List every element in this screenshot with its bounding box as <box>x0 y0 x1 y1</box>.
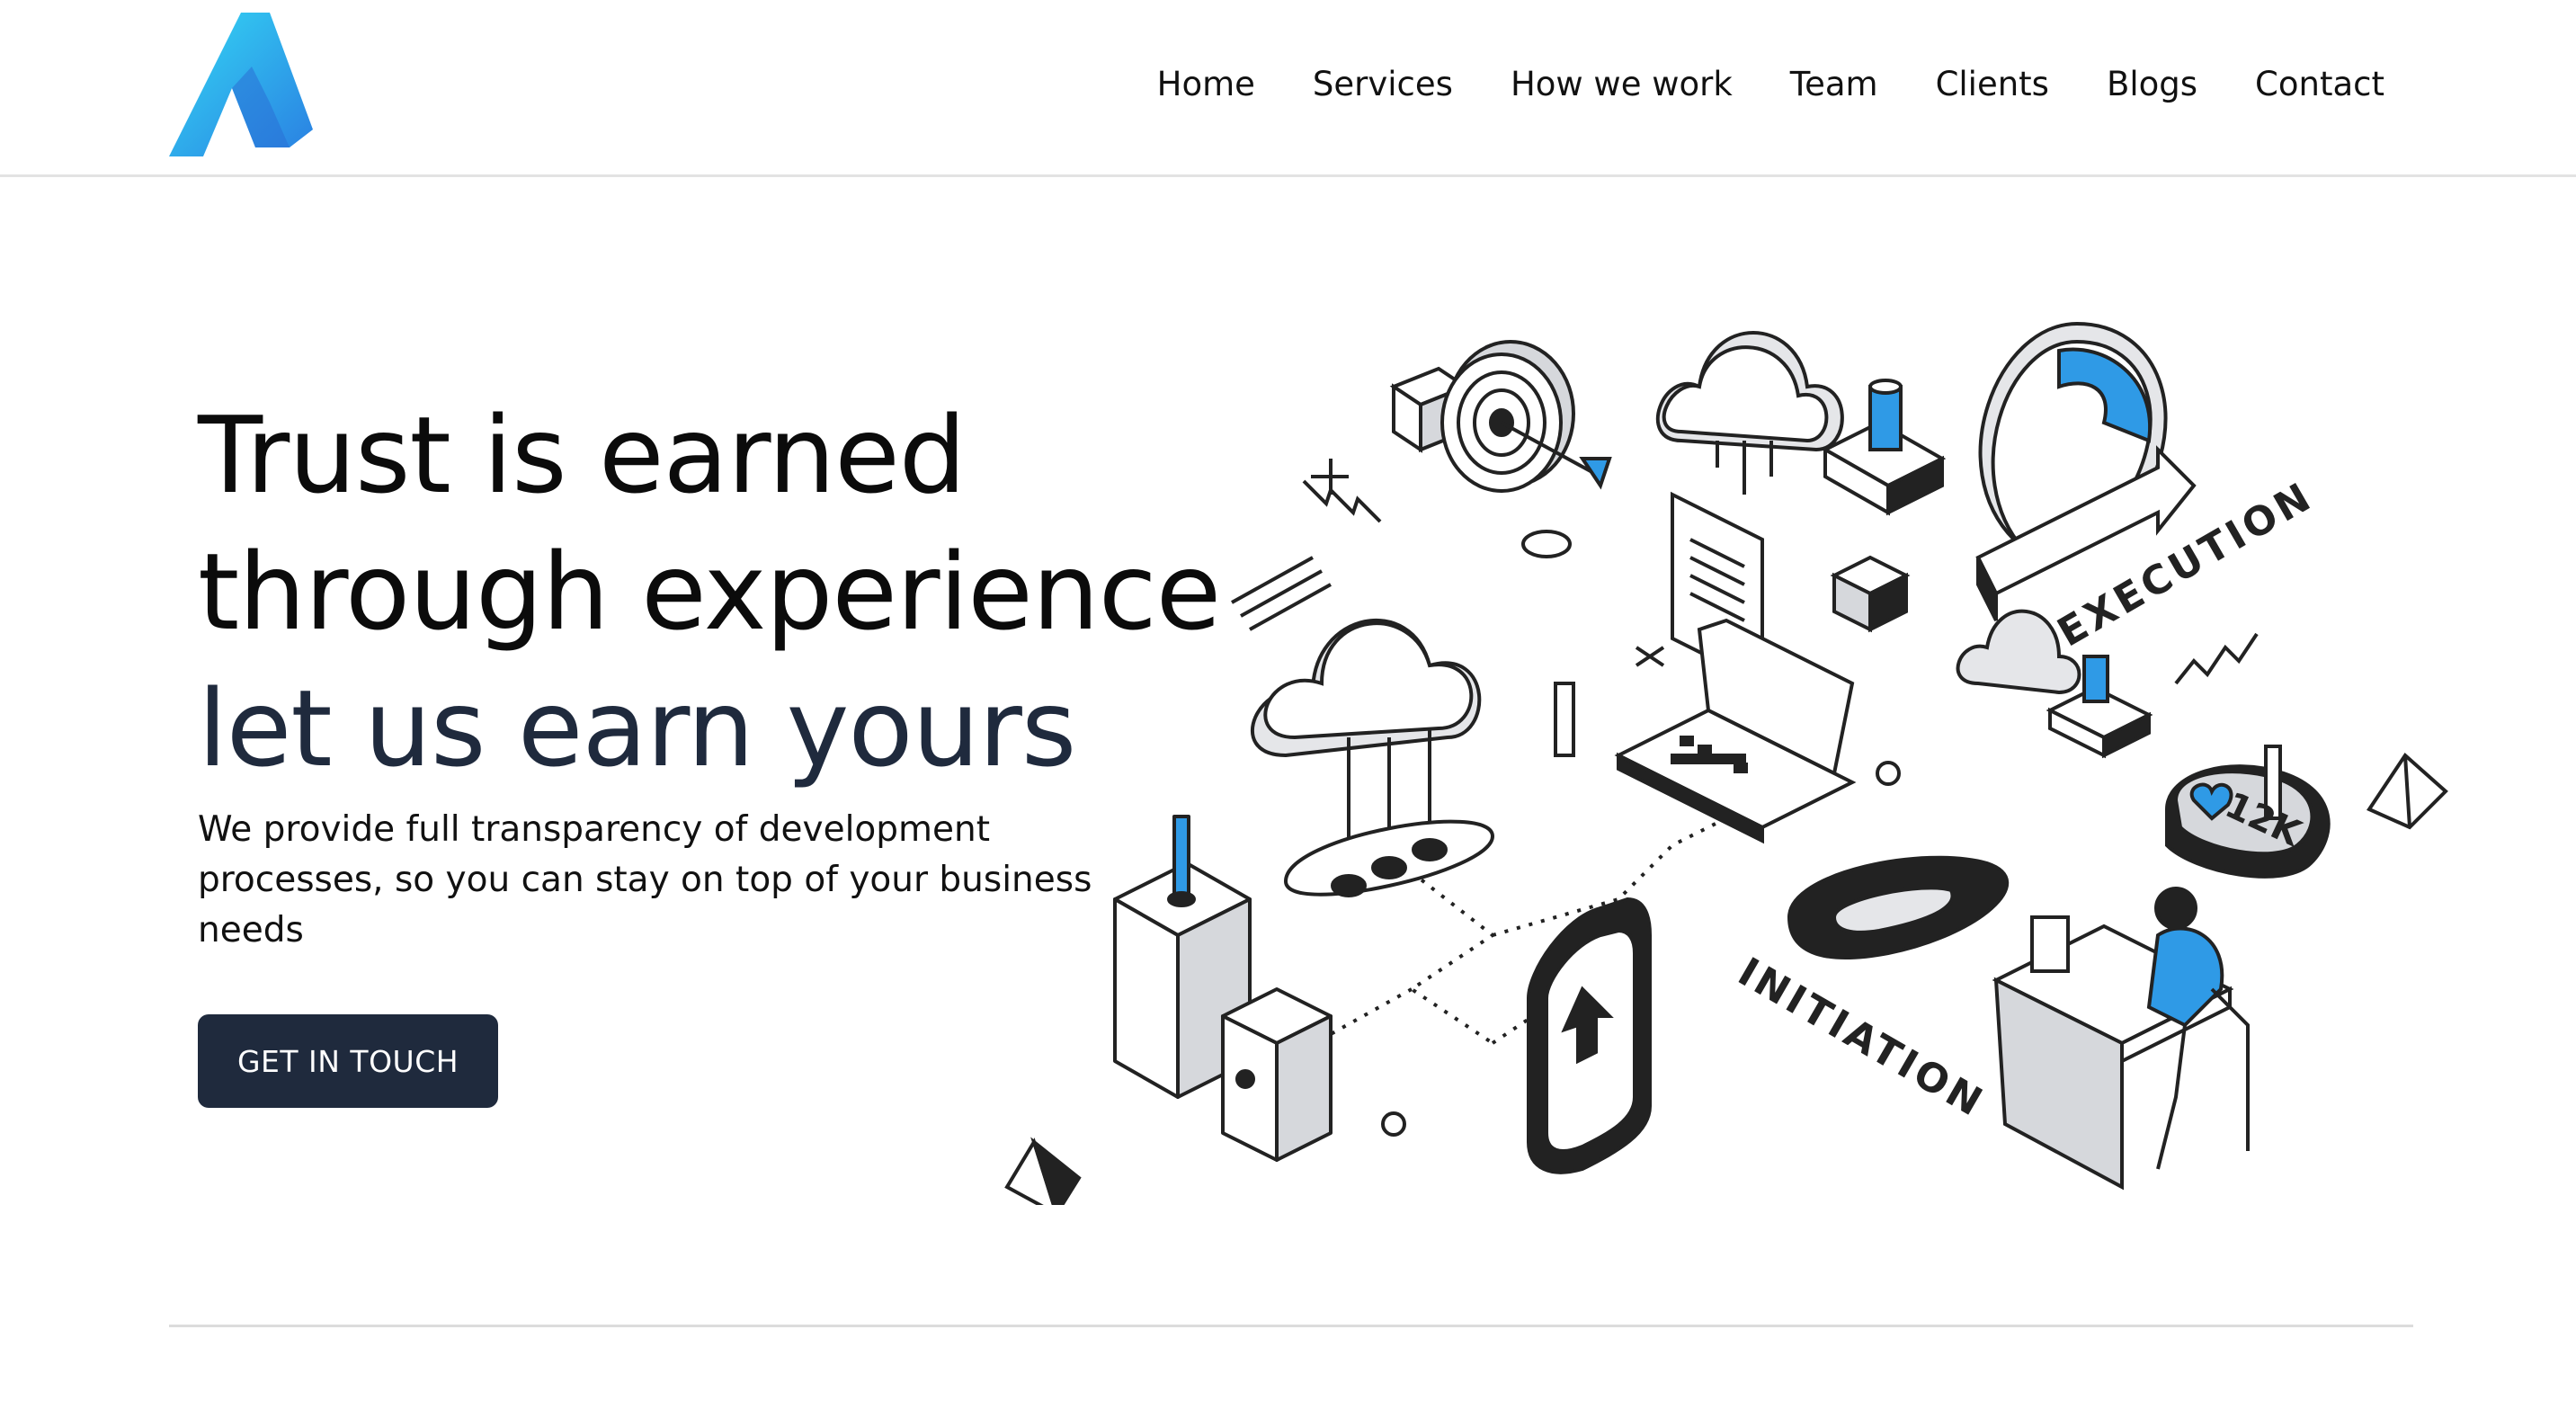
laptop-icon <box>1614 491 1857 844</box>
nav-contact[interactable]: Contact <box>2255 52 2384 117</box>
cube-icon <box>1830 555 1911 633</box>
pyramid-icon-left <box>1004 1137 1082 1205</box>
small-cloud-icon <box>1956 609 2153 759</box>
target-icon <box>1389 340 1612 493</box>
process-illustration: EXECUTION INITIATION 12K <box>1004 321 2448 1205</box>
cloud-storage-icon <box>1655 331 1947 516</box>
main-nav: Home Services How we work Team Clients B… <box>1100 52 2384 117</box>
nav-blogs[interactable]: Blogs <box>2107 52 2197 117</box>
nav-how-we-work[interactable]: How we work <box>1511 52 1733 117</box>
nav-clients[interactable]: Clients <box>1936 52 2049 117</box>
section-divider <box>169 1325 2413 1327</box>
initiation-pill-icon <box>1787 855 2010 960</box>
nav-services[interactable]: Services <box>1313 52 1453 117</box>
brand-logo-icon[interactable] <box>169 13 315 158</box>
person-at-desk-icon <box>1992 887 2250 1191</box>
hero-description: We provide full transparency of developm… <box>198 809 1092 950</box>
nav-team[interactable]: Team <box>1790 52 1878 117</box>
get-in-touch-button[interactable]: GET IN TOUCH <box>198 1014 498 1108</box>
site-header: Home Services How we work Team Clients B… <box>0 0 2576 177</box>
nav-home[interactable]: Home <box>1157 52 1255 117</box>
phone-upload-icon <box>1527 897 1652 1174</box>
pyramid-icon-right <box>2367 752 2448 830</box>
initiation-label: INITIATION <box>1731 949 1993 1127</box>
cloud-icon <box>1250 618 1495 897</box>
